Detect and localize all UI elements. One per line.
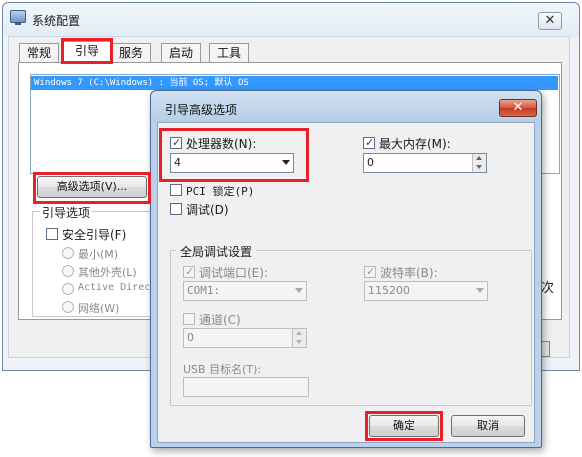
- max-memory-stepper[interactable]: 0: [363, 153, 487, 173]
- list-item[interactable]: Windows 7 (C:\Windows) : 当前 OS; 默认 OS: [31, 76, 558, 90]
- debug-port-value: COM1:: [187, 284, 221, 297]
- debug-port-checkbox[interactable]: [183, 265, 195, 278]
- network-label: 网络(W): [78, 302, 120, 315]
- channel-label: 通道(C): [199, 313, 241, 327]
- usb-target-input[interactable]: [183, 377, 309, 397]
- tab-startup[interactable]: 启动: [161, 43, 202, 63]
- baud-rate-select[interactable]: 115200: [364, 281, 488, 301]
- debug-checkbox[interactable]: [170, 203, 182, 215]
- channel-stepper[interactable]: 0: [183, 328, 307, 348]
- tab-services[interactable]: 服务: [111, 43, 152, 63]
- chevron-down-icon: [476, 288, 484, 293]
- arrow-up-icon: [296, 331, 302, 335]
- minimal-radio[interactable]: [62, 247, 74, 259]
- window-titlebar: [3, 3, 579, 37]
- monitor-icon: [10, 10, 26, 25]
- dialog-close-button[interactable]: ✕: [499, 99, 537, 117]
- global-debug-label: 全局调试设置: [176, 243, 257, 260]
- safe-boot-checkbox[interactable]: [46, 228, 58, 240]
- active-directory-radio[interactable]: [62, 283, 74, 295]
- partially-hidden-text: 次: [541, 281, 555, 296]
- tab-general[interactable]: 常规: [19, 43, 60, 63]
- highlight-advanced-button: [33, 172, 151, 204]
- channel-checkbox[interactable]: [183, 313, 195, 325]
- baud-rate-value: 115200: [368, 284, 410, 297]
- cancel-button[interactable]: 取消: [451, 415, 525, 437]
- arrow-up-icon: [476, 156, 482, 160]
- boot-options-label: 引导选项: [40, 204, 93, 221]
- arrow-down-icon: [476, 165, 482, 169]
- window-title: 系统配置: [32, 14, 81, 28]
- dialog-title: 引导高级选项: [165, 103, 238, 117]
- tab-tools[interactable]: 工具: [209, 43, 250, 63]
- baud-rate-checkbox[interactable]: [364, 265, 376, 278]
- usb-target-label: USB 目标名(T):: [183, 363, 262, 376]
- debug-port-select[interactable]: COM1:: [183, 281, 307, 301]
- baud-rate-label: 波特率(B):: [380, 266, 438, 280]
- alternate-shell-radio[interactable]: [62, 265, 74, 277]
- stepper-buttons[interactable]: [292, 329, 306, 347]
- stepper-buttons[interactable]: [472, 154, 486, 172]
- pci-lock-label: PCI 锁定(P): [186, 185, 255, 198]
- alternate-shell-label: 其他外壳(L): [78, 266, 137, 279]
- close-icon: ✕: [512, 100, 524, 115]
- close-icon: ✕: [544, 13, 556, 28]
- max-memory-label: 最大内存(M):: [379, 137, 451, 151]
- channel-value: 0: [187, 331, 194, 344]
- debug-label: 调试(D): [186, 203, 229, 217]
- highlight-boot-tab: [61, 38, 113, 64]
- window-close-button[interactable]: ✕: [538, 12, 562, 30]
- network-radio[interactable]: [62, 301, 74, 313]
- minimal-label: 最小(M): [78, 248, 119, 261]
- max-memory-checkbox[interactable]: [363, 136, 375, 149]
- safe-boot-label: 安全引导(F): [62, 228, 127, 242]
- debug-port-label: 调试端口(E):: [199, 266, 268, 280]
- active-directory-label: Active Direc: [78, 282, 151, 293]
- pci-lock-checkbox[interactable]: [170, 184, 182, 196]
- arrow-down-icon: [296, 340, 302, 344]
- chevron-down-icon: [295, 288, 303, 293]
- max-memory-value: 0: [367, 156, 374, 169]
- highlight-ok-button: [365, 411, 443, 441]
- highlight-processor-count: [159, 128, 309, 182]
